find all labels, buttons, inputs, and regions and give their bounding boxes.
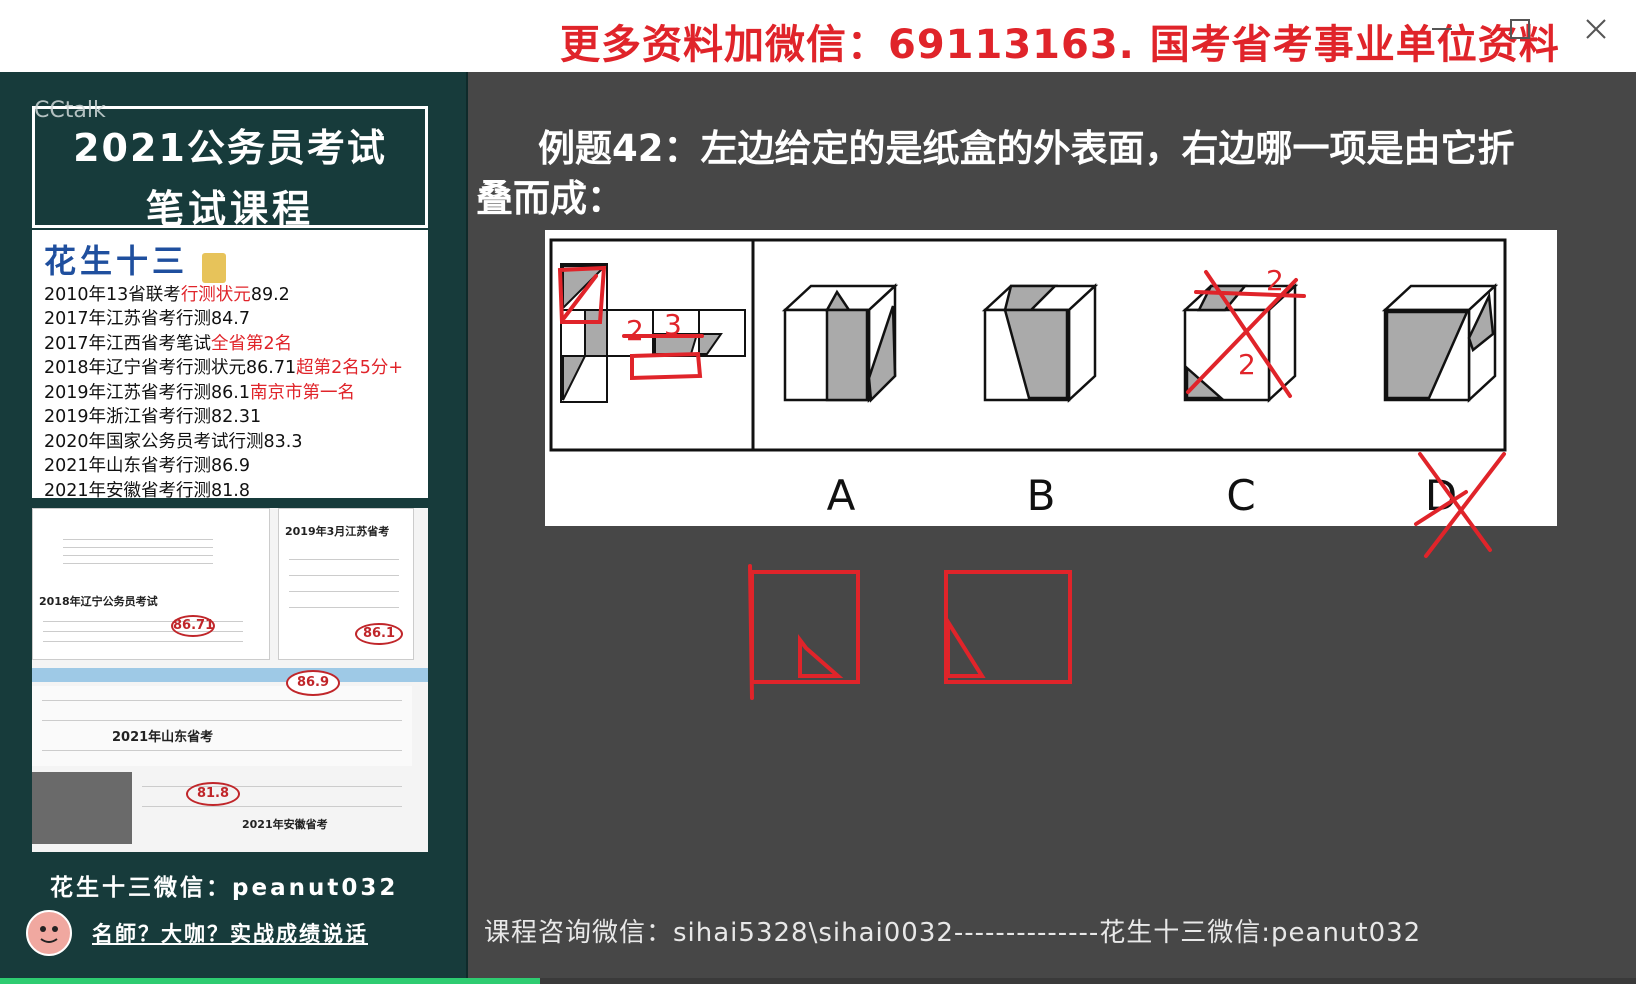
score-bubble-2: 86.1	[355, 623, 403, 645]
consult-footer: 课程咨询微信：sihai5328\sihai0032--------------…	[484, 918, 1422, 948]
teacher-name: 花生十三	[44, 242, 189, 280]
teacher-name-row: 花生十三	[44, 236, 416, 283]
credential-text: 2017年江西省考笔试	[44, 333, 212, 354]
credential-item: 2021年山东省考行测86.9	[44, 454, 416, 479]
credential-item: 2017年江西省考笔试全省第2名	[44, 332, 416, 357]
credential-item: 2017年江苏省考行测84.7	[44, 307, 416, 332]
credential-text: 2010年13省联考	[44, 284, 181, 305]
option-b-cube	[981, 283, 1099, 403]
credential-item: 2019年江苏省考行测86.1南京市第一名	[44, 381, 416, 406]
score-doc-liaoning: 2018年辽宁公务员考试 86.71	[32, 508, 270, 660]
credential-text: 2019年浙江省考行测82.31	[44, 407, 262, 427]
table-header-band	[32, 668, 428, 682]
course-title-line1: 2021公务员考试	[73, 126, 387, 170]
course-title-line2: 笔试课程	[145, 187, 314, 231]
question-line1: 例题42：左边给定的是纸盒的外表面，右边哪一项是由它折	[538, 127, 1515, 170]
close-icon	[1586, 19, 1606, 39]
minimize-icon	[1432, 28, 1452, 30]
credential-item: 2021年安徽省考行测81.8	[44, 479, 416, 504]
option-d-label[interactable]: D	[1425, 471, 1457, 520]
credential-highlight: 行测状元	[180, 284, 251, 305]
cube-figure: A B C D	[549, 238, 1507, 520]
doc3-title: 2021年山东省考	[112, 730, 214, 745]
score-bubble-1: 86.71	[171, 615, 215, 637]
credential-list: 2010年13省联考行测状元89.2 2017年江苏省考行测84.7 2017年江西…	[44, 283, 416, 504]
platform-watermark: CCtalk	[34, 98, 106, 123]
credential-item: 2019年浙江省考行测82.31	[44, 405, 416, 430]
doc1-title: 2019年3月江苏省考	[285, 525, 390, 538]
credential-text: 2017年江苏省考行测84.7	[44, 309, 251, 329]
teacher-wechat: 花生十三微信：peanut032	[50, 875, 399, 901]
course-title-box: 2021公务员考试 笔试课程	[32, 106, 428, 231]
window-title: 更多资料加微信：69113163. 国考省考事业单位资料	[560, 22, 1560, 68]
doc2-title: 2018年辽宁公务员考试	[39, 595, 158, 608]
slogan-row: 名師？大咖？实战成绩说话	[26, 910, 446, 960]
doc4-title: 2021年安徽省考	[242, 818, 328, 831]
minimize-button[interactable]	[1420, 14, 1464, 54]
score-doc-jiangsu: 2019年3月江苏省考 86.1	[278, 508, 414, 660]
score-screenshots: 2018年辽宁公务员考试 86.71 2019年3月江苏省考 86.1 2021…	[32, 508, 428, 852]
credential-text: 2021年山东省考行测86.9	[44, 456, 251, 476]
medal-icon	[202, 252, 227, 283]
slogan-link[interactable]: 名師？大咖？实战成绩说话	[92, 918, 368, 948]
credential-text: 2018年辽宁省考行测状元86.71	[44, 358, 297, 378]
option-d-cube	[1381, 283, 1499, 403]
credential-highlight: 南京市第一名	[250, 382, 356, 403]
playback-progress-fill	[0, 978, 540, 984]
credential-item: 2020年国家公务员考试行测83.3	[44, 430, 416, 455]
credential-highlight: 全省第2名	[211, 333, 293, 354]
close-button[interactable]	[1574, 14, 1618, 54]
score-doc-anhui: 81.8 2021年安徽省考	[32, 772, 412, 844]
cube-net	[560, 263, 746, 403]
window-titlebar: 更多资料加微信：69113163. 国考省考事业单位资料	[0, 0, 1636, 72]
credential-tail: 89.2	[250, 284, 290, 305]
option-a-cube	[781, 283, 899, 403]
score-bubble-4: 81.8	[186, 782, 240, 806]
credential-text: 2020年国家公务员考试行测83.3	[44, 431, 303, 452]
maximize-icon	[1510, 19, 1530, 39]
playback-progress-bar[interactable]	[0, 978, 1636, 984]
score-bubble-3: 86.9	[286, 670, 340, 696]
score-doc-shandong: 2021年山东省考	[32, 686, 412, 766]
credential-item: 2018年辽宁省考行测状元86.71超第2名5分+	[44, 356, 416, 381]
option-b-label[interactable]: B	[1027, 471, 1056, 520]
avatar	[26, 910, 72, 956]
option-c-cube	[1181, 283, 1299, 403]
question-line2: 叠而成：	[476, 177, 624, 220]
question-figure: A B C D	[545, 230, 1557, 526]
question-text: 例题42：左边给定的是纸盒的外表面，右边哪一项是由它折 叠而成：	[476, 124, 1626, 224]
credential-text: 2019年江苏省考行测86.1	[44, 382, 251, 403]
credential-highlight: 超第2名5分+	[296, 358, 404, 378]
credential-text: 2021年安徽省考行测81.8	[44, 480, 251, 501]
option-c-label[interactable]: C	[1226, 471, 1255, 520]
maximize-button[interactable]	[1498, 14, 1542, 54]
teacher-sidebar: 2021公务员考试 笔试课程 CCtalk 花生十三 2010年13省联考行测状…	[0, 72, 468, 984]
credential-item: 2010年13省联考行测状元89.2	[44, 283, 416, 308]
option-a-label[interactable]: A	[827, 471, 856, 520]
credentials-card: 花生十三 2010年13省联考行测状元89.2 2017年江苏省考行测84.7 20…	[32, 230, 428, 501]
